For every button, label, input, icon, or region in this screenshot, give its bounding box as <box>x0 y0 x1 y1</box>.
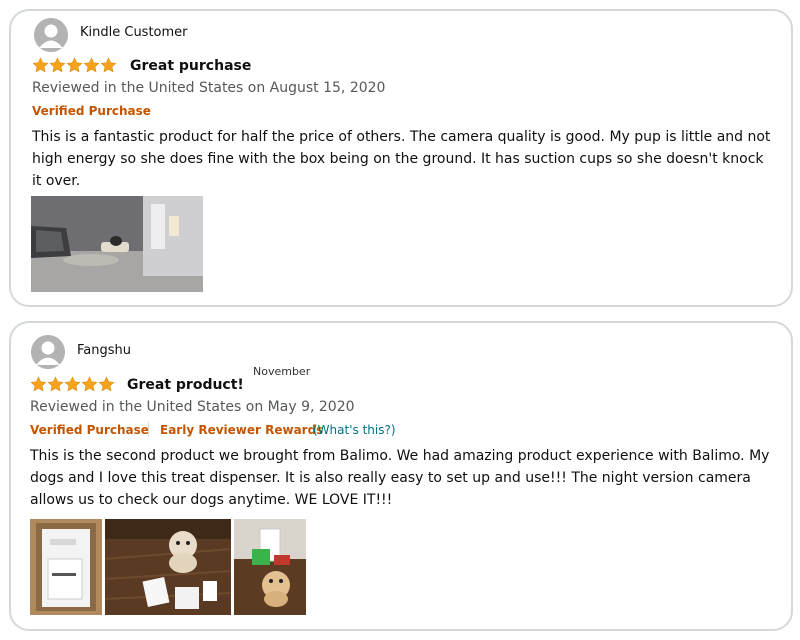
star-rating[interactable] <box>32 57 117 76</box>
review-image[interactable] <box>31 196 203 292</box>
star-icon <box>83 57 100 73</box>
review-body: This is the second product we brought fr… <box>30 448 770 508</box>
review-date: Reviewed in the United States on August … <box>32 80 386 96</box>
floating-label: November <box>253 365 311 378</box>
review-image[interactable] <box>30 519 102 615</box>
user-avatar-icon <box>31 335 65 369</box>
review-card: Fangshu November Great product! Reviewed… <box>9 321 793 631</box>
reviewer-name[interactable]: Kindle Customer <box>80 25 188 40</box>
star-icon <box>100 57 117 73</box>
review-title[interactable]: Great product! <box>127 377 244 393</box>
verified-purchase-badge: Verified Purchase <box>30 423 149 437</box>
whats-this-link[interactable]: (What's this?) <box>313 423 396 437</box>
review-title[interactable]: Great purchase <box>130 58 251 74</box>
star-icon <box>30 376 47 392</box>
divider <box>148 422 149 437</box>
early-reviewer-badge: Early Reviewer Rewards <box>160 423 324 437</box>
review-image[interactable] <box>234 519 306 615</box>
star-icon <box>32 57 49 73</box>
star-rating[interactable] <box>30 376 115 395</box>
star-icon <box>98 376 115 392</box>
star-icon <box>81 376 98 392</box>
star-icon <box>47 376 64 392</box>
review-image[interactable] <box>105 519 231 615</box>
reviewer-name[interactable]: Fangshu <box>77 343 131 358</box>
star-icon <box>64 376 81 392</box>
star-icon <box>49 57 66 73</box>
review-body: This is a fantastic product for half the… <box>32 129 771 189</box>
user-avatar-icon <box>34 18 68 52</box>
review-date: Reviewed in the United States on May 9, … <box>30 399 355 415</box>
verified-purchase-badge: Verified Purchase <box>32 104 151 118</box>
review-card: Kindle Customer Great purchase Reviewed … <box>9 9 793 307</box>
star-icon <box>66 57 83 73</box>
